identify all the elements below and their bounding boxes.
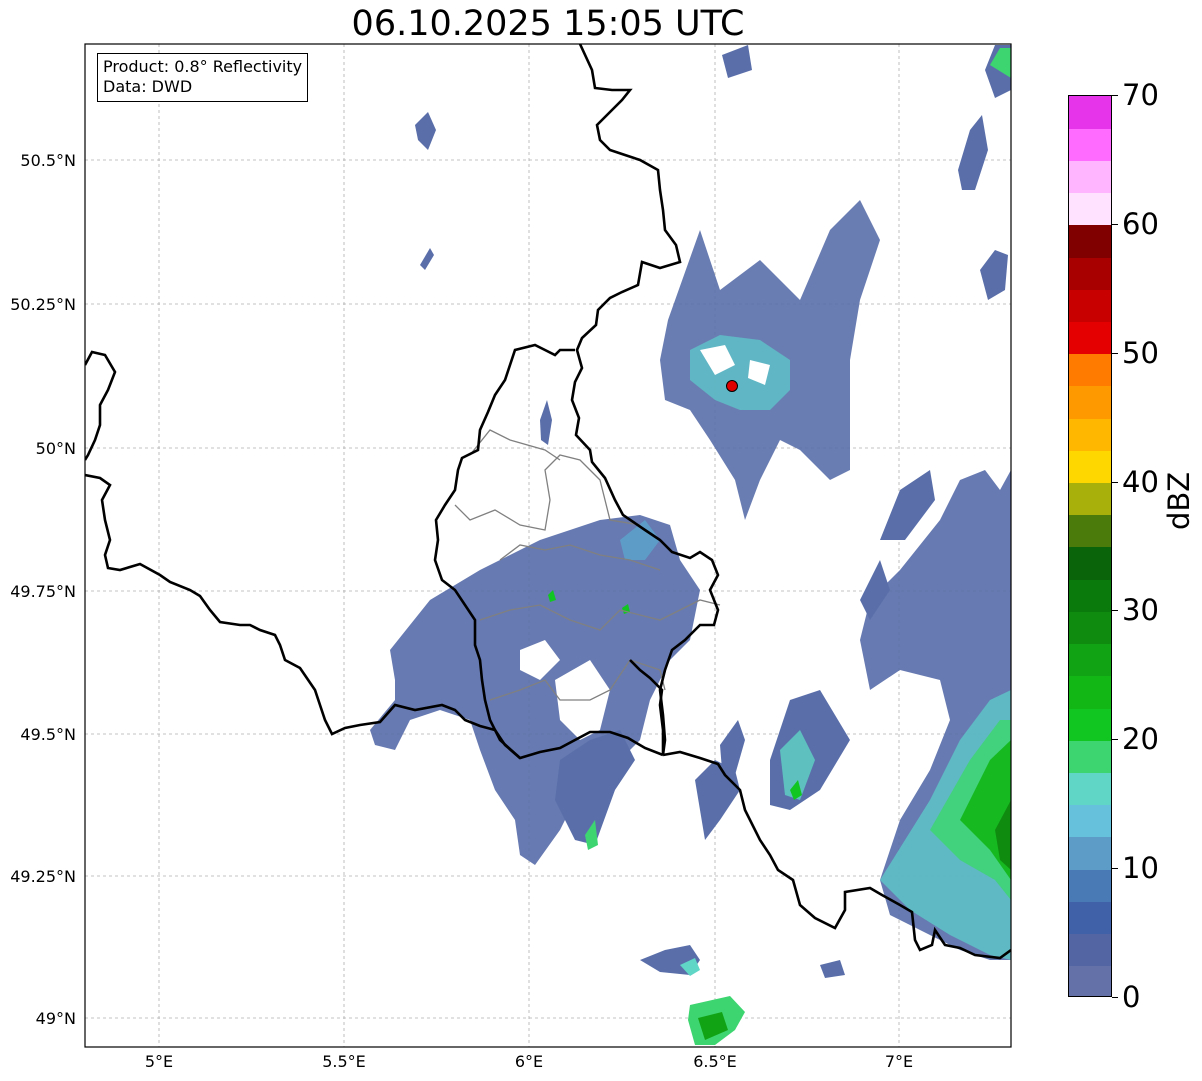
colorbar-segment [1069,836,1111,870]
colorbar-segment [1069,96,1111,129]
colorbar-tick-label: 70 [1122,78,1159,112]
colorbar-tick-label: 50 [1122,335,1159,370]
colorbar-tick-label: 60 [1122,206,1159,241]
colorbar-tick-mark [1112,868,1118,870]
radar-map [84,43,1012,1048]
colorbar-segment [1069,740,1111,773]
colorbar-tick-mark [1112,481,1118,483]
colorbar-segment [1069,804,1111,838]
colorbar-tick-mark [1112,739,1118,741]
lat-label: 50.25°N [10,295,76,314]
lon-label: 6.5°E [693,1052,737,1071]
product-label: Product: 0.8° Reflectivity [103,57,303,76]
colorbar-segment [1069,257,1111,290]
lat-label: 49.25°N [10,867,76,886]
lat-label: 50.5°N [20,151,76,170]
colorbar-segment [1069,289,1111,322]
colorbar-segment [1069,579,1111,612]
colorbar-segment [1069,385,1111,419]
colorbar-tick-mark [1112,352,1118,354]
colorbar-segment [1069,708,1111,741]
colorbar-segment [1069,675,1111,709]
colorbar-tick-label: 10 [1122,851,1159,886]
colorbar-segment [1069,547,1111,580]
data-source-label: Data: DWD [103,77,193,96]
colorbar-tick-mark [1112,610,1118,612]
colorbar-segment [1069,192,1111,226]
colorbar-segment [1069,643,1111,677]
colorbar-segment [1069,933,1111,967]
lat-label: 49.75°N [10,582,76,601]
colorbar-segment [1069,514,1111,548]
colorbar-tick-label: 20 [1122,722,1159,757]
colorbar-segment [1069,772,1111,806]
map-title: 06.10.2025 15:05 UTC [351,4,745,44]
colorbar-segment [1069,160,1111,194]
colorbar-tick-label: 0 [1122,980,1141,1014]
lon-label: 7°E [884,1052,914,1071]
colorbar-segment [1069,450,1111,484]
colorbar-segment [1069,965,1111,996]
info-box: Product: 0.8° Reflectivity Data: DWD [97,53,309,102]
colorbar-segment [1069,224,1111,258]
lon-label: 5°E [144,1052,174,1071]
colorbar-tick-label: 40 [1122,464,1159,499]
colorbar-tick-mark [1112,95,1118,96]
lat-label: 50°N [35,439,76,458]
colorbar-segment [1069,482,1111,516]
lon-label: 5.5°E [322,1052,366,1071]
colorbar [1068,95,1112,997]
lon-label: 6°E [514,1052,544,1071]
lat-label: 49°N [35,1009,76,1028]
colorbar-segment [1069,128,1111,161]
colorbar-segment [1069,321,1111,355]
radar-site-marker [726,380,738,392]
colorbar-tick-mark [1112,223,1118,225]
colorbar-tick-mark [1112,997,1118,998]
colorbar-tick-label: 30 [1122,593,1159,628]
lat-label: 49.5°N [20,725,76,744]
colorbar-segment [1069,869,1111,902]
colorbar-segment [1069,418,1111,451]
colorbar-segment [1069,353,1111,387]
colorbar-segment [1069,901,1111,935]
colorbar-label: dBZ [1162,471,1196,530]
colorbar-segment [1069,611,1111,645]
